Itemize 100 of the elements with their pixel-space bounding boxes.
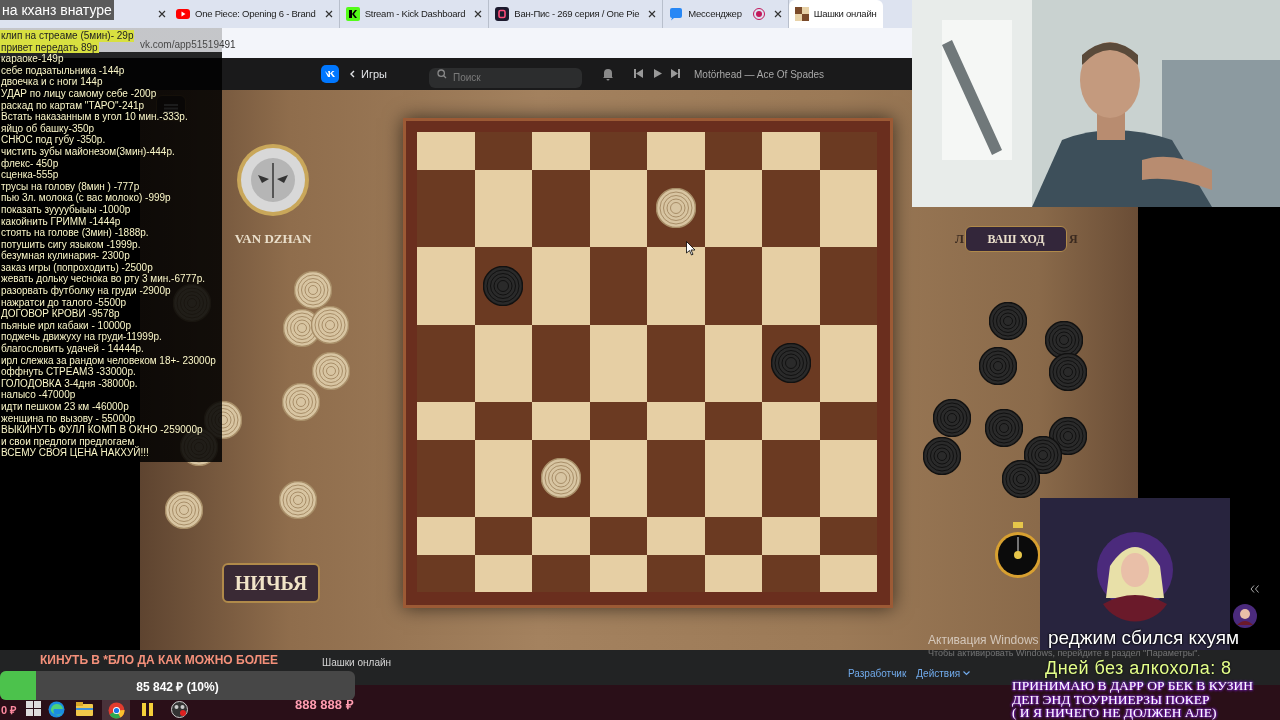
price-list-item: УДАР по лицу самому себе -200р bbox=[0, 87, 158, 100]
previous-track-icon[interactable] bbox=[634, 69, 643, 78]
draw-button[interactable]: НИЧЬЯ bbox=[222, 563, 320, 603]
overlay-title: на кханз внатуре bbox=[0, 0, 114, 20]
board-square[interactable] bbox=[647, 554, 705, 592]
app-icon bbox=[345, 7, 360, 21]
back-link[interactable]: Игры bbox=[350, 66, 387, 83]
sobriety-counter: Дней без алкохола: 8 bbox=[1045, 659, 1232, 677]
turn-banner: ВАШ ХОД bbox=[965, 226, 1067, 252]
captured-checker bbox=[204, 401, 242, 439]
close-icon[interactable] bbox=[158, 10, 166, 18]
price-list-item: потушить сигу языком -1999р. bbox=[0, 238, 142, 251]
chrome-icon bbox=[107, 701, 125, 719]
board-square[interactable] bbox=[474, 554, 532, 592]
price-list-item: ВЫКИНУТЬ ФУЛЛ КОМП В ОКНО -259000р bbox=[0, 424, 204, 436]
price-list-item: стоять на голове (3мин) -1888р. bbox=[0, 227, 150, 239]
cursor-icon bbox=[686, 241, 696, 256]
board-square[interactable] bbox=[589, 554, 647, 592]
price-list-item: ДОГОВОР КРОВИ -9578р bbox=[0, 308, 121, 320]
board-square[interactable] bbox=[819, 439, 877, 517]
checker-piece[interactable] bbox=[655, 188, 696, 229]
captured-checker bbox=[279, 481, 317, 519]
overlay-rule-line: ДЕП ЭНД ТОУРНИЕРЗЫ ПОКЕР bbox=[1012, 692, 1211, 706]
captured-checker bbox=[294, 271, 332, 309]
board-square[interactable] bbox=[762, 554, 820, 592]
bell-icon[interactable] bbox=[601, 67, 615, 81]
chat-bubble-icon bbox=[669, 7, 684, 21]
price-list-item: налысо -47000р bbox=[0, 389, 77, 401]
board-square[interactable] bbox=[647, 169, 705, 247]
collapse-icon[interactable] bbox=[1250, 585, 1260, 593]
price-list-item: идти пешком 23 км -46000р bbox=[0, 401, 130, 413]
next-track-icon[interactable] bbox=[671, 69, 680, 78]
board-square[interactable] bbox=[819, 324, 877, 402]
price-list-item: яйцо об башку-350р bbox=[0, 122, 96, 135]
folder-icon[interactable] bbox=[76, 702, 93, 716]
goal-amount: 888 888 ₽ bbox=[295, 696, 354, 714]
price-list-item: чистить зубы майонезом(3мин)-444р. bbox=[0, 145, 176, 158]
price-list-item: и свои предлоги предлогаем bbox=[0, 435, 135, 447]
close-icon[interactable] bbox=[773, 10, 782, 18]
footer-link[interactable]: Разработчик bbox=[848, 666, 907, 681]
turn-hint-text: Л bbox=[955, 231, 964, 248]
price-list-item: двоечка и с ноги 144р bbox=[0, 76, 104, 88]
board-square[interactable] bbox=[532, 554, 590, 592]
price-list-item: жевать дольку чеснока во рту 3 мин.-6777р. bbox=[0, 273, 206, 286]
checker-piece[interactable] bbox=[483, 265, 524, 306]
turn-hint-text: Я bbox=[1069, 231, 1078, 248]
chrome-taskbar-button[interactable] bbox=[102, 700, 130, 720]
recording-app-icon[interactable] bbox=[171, 701, 188, 718]
stopwatch-icon bbox=[993, 522, 1043, 580]
board-square[interactable] bbox=[704, 169, 762, 247]
price-list-item: нажратси до талого -5500р bbox=[0, 296, 128, 309]
edge-browser-icon[interactable] bbox=[48, 701, 65, 718]
price-list-item: благословить удачей - 14444р. bbox=[0, 343, 145, 355]
board-square[interactable] bbox=[589, 169, 647, 247]
price-list-item: себе подзатыльника -144р bbox=[0, 64, 126, 77]
price-list-item: показать зуууубыыы -1000р bbox=[0, 203, 132, 216]
board-square[interactable] bbox=[474, 169, 532, 247]
browser-tab[interactable]: Шашки онлайн bbox=[788, 0, 883, 28]
price-list-item: заказ игры (попроходить) -2500р bbox=[0, 261, 154, 274]
board-square[interactable] bbox=[589, 439, 647, 517]
stream-status-text: реджим сбился кхуям bbox=[1048, 628, 1240, 648]
board-square[interactable] bbox=[704, 324, 762, 402]
donation-reading: 85 842 ₽ (10%) bbox=[135, 679, 220, 696]
avatar-icon[interactable] bbox=[236, 143, 310, 217]
search-field[interactable]: Поиск bbox=[429, 67, 582, 88]
close-icon[interactable] bbox=[324, 10, 333, 18]
captured-checker bbox=[989, 302, 1027, 340]
track-title[interactable]: Motörhead — Ace Of Spades bbox=[694, 67, 825, 82]
price-list-item: пью 3л. молока (с вас молоко) -999р bbox=[0, 192, 172, 204]
board-square[interactable] bbox=[589, 324, 647, 402]
board-square[interactable] bbox=[532, 439, 590, 517]
checker-piece[interactable] bbox=[540, 458, 581, 499]
windows-start-icon[interactable] bbox=[26, 701, 41, 716]
board-square[interactable] bbox=[417, 554, 475, 592]
pause-app-icon[interactable] bbox=[140, 702, 155, 717]
close-icon[interactable] bbox=[648, 10, 657, 18]
captured-checker bbox=[1049, 353, 1087, 391]
board-square[interactable] bbox=[474, 439, 532, 517]
checker-piece[interactable] bbox=[770, 343, 811, 384]
captured-checker bbox=[311, 306, 349, 344]
play-icon[interactable] bbox=[654, 69, 662, 78]
board-square[interactable] bbox=[819, 554, 877, 592]
captured-checker bbox=[985, 409, 1023, 447]
video-play-icon bbox=[176, 7, 190, 21]
vk-logo-icon[interactable] bbox=[321, 65, 339, 83]
footer-link[interactable]: Действия bbox=[916, 666, 971, 681]
price-list-item: ВСЕМУ СВОЯ ЦЕНА НАКХУЙ!!! bbox=[0, 447, 150, 459]
windows-activation-text: Чтобы активировать Windows, перейдите в раздел "Параметры". bbox=[928, 648, 1200, 658]
captured-checker bbox=[165, 491, 203, 529]
board-square[interactable] bbox=[704, 554, 762, 592]
address-text[interactable]: vk.com/app51519491 bbox=[140, 37, 236, 52]
close-icon[interactable] bbox=[474, 10, 483, 18]
price-list-item: безумная кулинария- 2300р bbox=[0, 250, 131, 262]
square-app-icon bbox=[495, 7, 510, 21]
price-list-item: женщина по вызову - 55000р bbox=[0, 412, 137, 425]
price-list-item: флекс- 450р bbox=[0, 157, 60, 170]
price-list-item: клип на стреаме (5мин)- 29р bbox=[0, 30, 135, 42]
board-square[interactable] bbox=[474, 324, 532, 402]
board-square[interactable] bbox=[704, 439, 762, 517]
board-square[interactable] bbox=[819, 169, 877, 247]
